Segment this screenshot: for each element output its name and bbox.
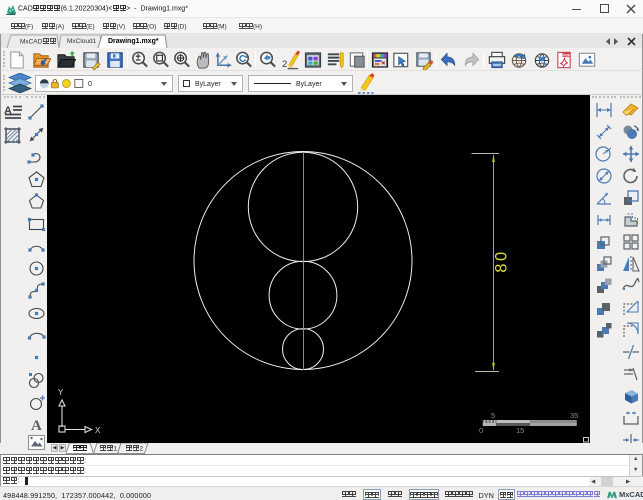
svg-text:2: 2 xyxy=(282,59,287,70)
svg-text:Y: Y xyxy=(58,388,64,397)
svg-text:5: 5 xyxy=(491,411,495,420)
svg-text:PDF: PDF xyxy=(563,53,570,57)
svg-text:0: 0 xyxy=(479,426,483,435)
svg-text:A: A xyxy=(31,418,42,434)
svg-text:X: X xyxy=(95,426,101,435)
svg-text:15: 15 xyxy=(516,426,524,435)
svg-text:80: 80 xyxy=(493,249,511,272)
svg-text:35: 35 xyxy=(570,411,578,420)
